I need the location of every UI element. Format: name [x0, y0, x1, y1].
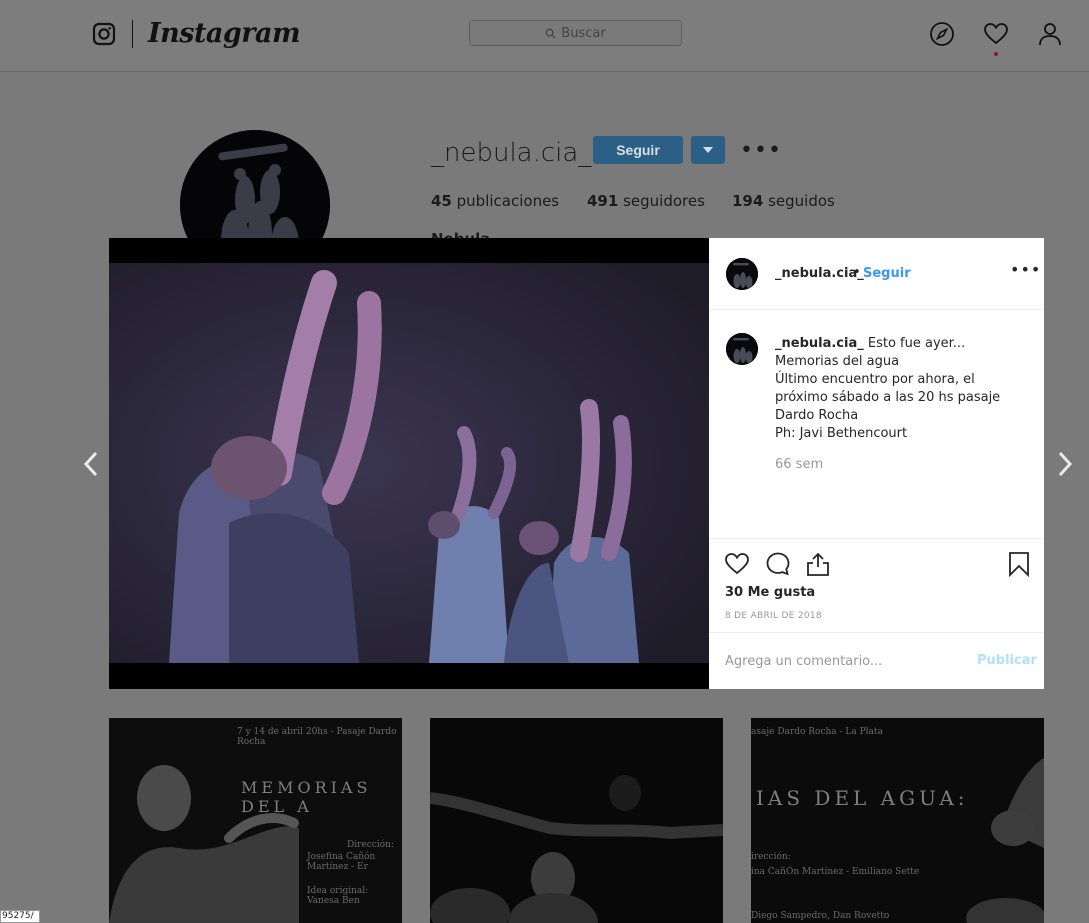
caption-line: Ph: Javi Bethencourt [775, 426, 908, 441]
post-header: _nebula.cia_ • Seguir ••• [709, 238, 1044, 310]
previous-post-arrow-icon[interactable] [80, 450, 102, 478]
thumbnail-extra-text: Diego Sampedro, Dan Rovetto [751, 911, 890, 921]
caption-line: Memorias del agua [775, 354, 900, 369]
thumbnail-idea-text: Idea original: Vanesa Ben [307, 886, 369, 906]
triangle-down-icon [703, 147, 713, 153]
stat-following[interactable]: 194 seguidos [732, 192, 835, 210]
grid-thumbnail[interactable]: asaje Dardo Rocha - La Plata IAS DEL AGU… [751, 718, 1044, 923]
corner-tag: 95275/ [0, 910, 40, 923]
thumbnail-title-text: IAS DEL AGUA: [756, 786, 969, 810]
likes-count[interactable]: 30 Me gusta [725, 585, 815, 600]
post-media[interactable] [109, 238, 709, 689]
instagram-glyph-icon[interactable] [92, 22, 116, 46]
instagram-wordmark[interactable]: Instagram [148, 18, 301, 49]
caption-author-avatar[interactable] [726, 333, 758, 365]
grid-thumbnail[interactable] [430, 718, 723, 923]
post-follow-button[interactable]: Seguir [863, 266, 911, 281]
avatar-image [726, 258, 758, 290]
post-caption: _nebula.cia_ Esto fue ayer... Memorias d… [775, 335, 1015, 443]
profile-follow-button[interactable]: Seguir [593, 136, 683, 164]
search-placeholder: Buscar [561, 25, 606, 41]
post-options-button[interactable]: ••• [1010, 260, 1041, 279]
publish-comment-button[interactable]: Publicar [977, 653, 1037, 668]
logo-divider [132, 20, 133, 48]
post-author-username[interactable]: _nebula.cia_ [775, 266, 864, 281]
top-nav: Instagram Buscar [0, 0, 1089, 72]
thumbnail-title-text: MEMORIAS DEL A [241, 778, 372, 816]
caption-line: Esto fue ayer... [867, 336, 966, 351]
caption-time-ago: 66 sem [775, 457, 824, 472]
post-author-avatar[interactable] [726, 258, 758, 290]
thumbnail-image [751, 718, 1044, 923]
profile-options-button[interactable]: ••• [740, 138, 782, 163]
save-bookmark-icon[interactable] [1006, 551, 1032, 577]
grid-thumbnail[interactable]: 7 y 14 de abril 20hs - Pasaje Dardo Roch… [109, 718, 402, 923]
post-photo [109, 263, 709, 663]
like-heart-icon[interactable] [724, 551, 750, 577]
share-icon[interactable] [805, 551, 831, 577]
notification-dot [994, 52, 998, 56]
stat-posts[interactable]: 45 publicaciones [431, 192, 559, 210]
stat-followers[interactable]: 491 seguidores [587, 192, 705, 210]
caption-line: Último encuentro por ahora, el próximo s… [775, 372, 1001, 423]
avatar-image [726, 333, 758, 365]
post-detail-panel: _nebula.cia_ • Seguir ••• _nebula.cia_ E… [709, 238, 1044, 689]
next-post-arrow-icon[interactable] [1054, 450, 1076, 478]
search-box[interactable]: Buscar [469, 20, 682, 46]
thumbnail-image [430, 718, 723, 923]
post-date: 8 DE ABRIL DE 2018 [725, 611, 822, 621]
comment-bubble-icon[interactable] [765, 551, 791, 577]
thumbnail-credit-label: irección: [751, 852, 791, 862]
user-icon[interactable] [1037, 21, 1063, 47]
suggestions-dropdown-button[interactable] [691, 136, 725, 164]
profile-username: _nebula.cia_ [431, 138, 592, 168]
thumbnail-credit-names: Josefina Cañón Martínez - Er [307, 852, 376, 872]
thumbnail-header-text: 7 y 14 de abril 20hs - Pasaje Dardo Roch… [237, 727, 397, 747]
thumbnail-credit-names: ina CañÓn Martínez - Emiliano Sette [751, 867, 920, 877]
compass-icon[interactable] [929, 21, 955, 47]
heart-icon[interactable] [983, 21, 1009, 47]
header-separator: • [853, 265, 861, 280]
thumbnail-header-text: asaje Dardo Rocha - La Plata [751, 727, 883, 737]
thumbnail-credit-label: Dirección: [347, 840, 394, 850]
caption-username[interactable]: _nebula.cia_ [775, 336, 864, 351]
post-actions: 30 Me gusta 8 DE ABRIL DE 2018 [709, 538, 1044, 634]
search-icon [545, 28, 556, 39]
comment-form: Publicar [709, 632, 1044, 690]
comment-input[interactable] [725, 647, 955, 675]
